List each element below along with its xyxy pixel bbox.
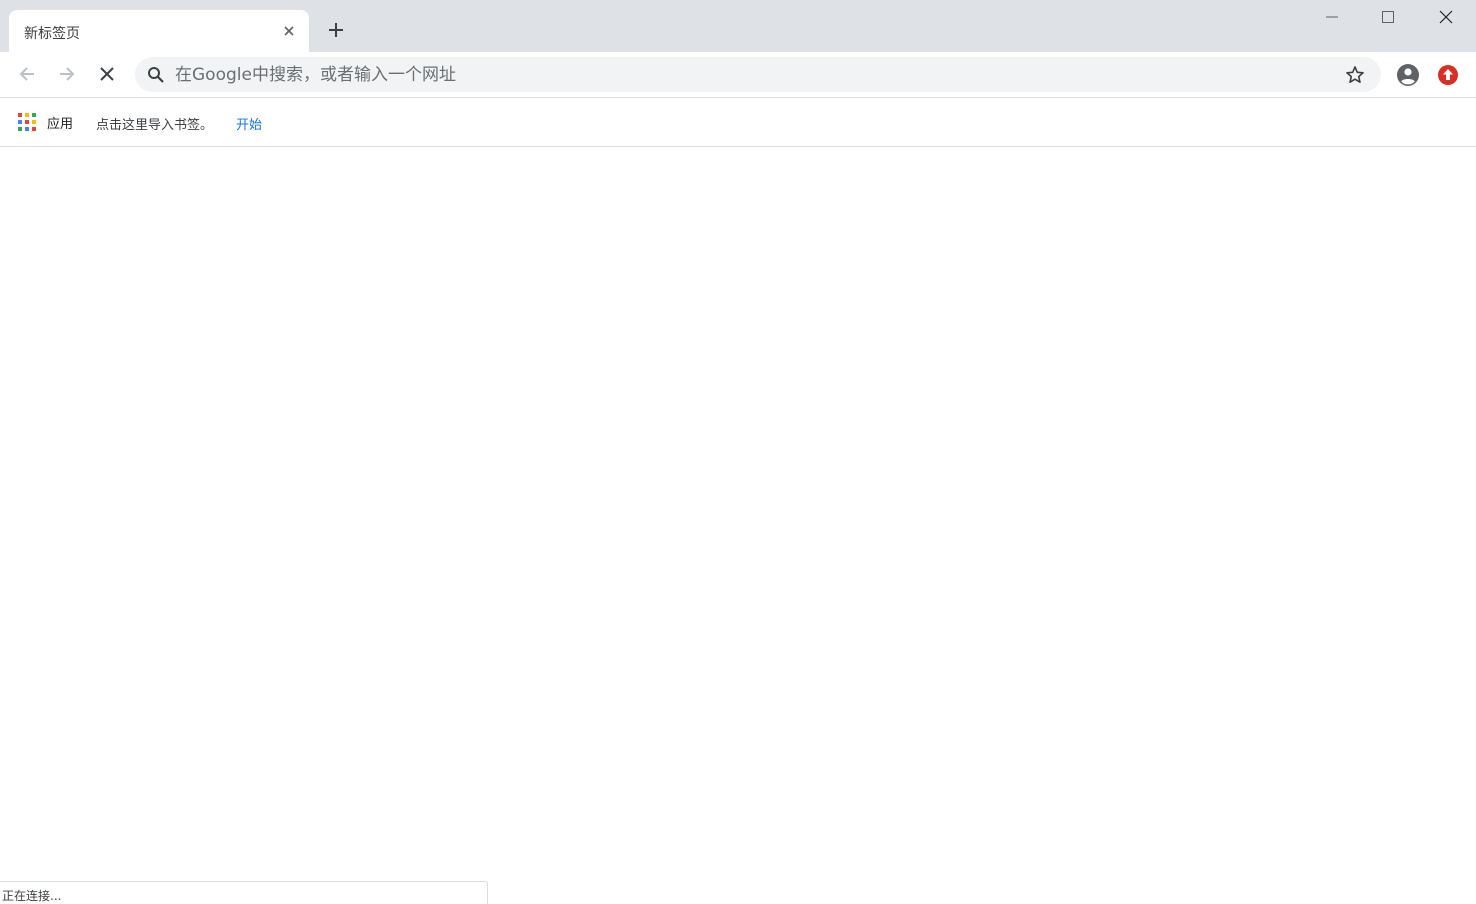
search-icon (148, 67, 164, 83)
page-content (0, 148, 1476, 904)
plus-icon (329, 23, 343, 37)
bookmark-star-button[interactable] (1342, 62, 1368, 88)
new-tab-button[interactable] (322, 16, 350, 44)
bookmarks-bar: 应用 点击这里导入书签。 开始 (0, 98, 1476, 147)
stop-icon (100, 67, 114, 81)
import-bookmarks-link[interactable]: 开始 (236, 114, 262, 133)
profile-button[interactable] (1393, 60, 1423, 90)
minimize-icon (1326, 16, 1338, 18)
forward-button[interactable] (51, 58, 83, 90)
minimize-button[interactable] (1304, 0, 1360, 34)
apps-grid-icon (17, 113, 36, 131)
maximize-button[interactable] (1360, 0, 1416, 34)
import-bookmarks-text: 点击这里导入书签。 (96, 118, 214, 133)
omnibox[interactable] (135, 57, 1381, 92)
arrow-left-icon (19, 67, 34, 81)
status-bubble: 正在连接... (0, 881, 488, 904)
star-icon (1346, 66, 1364, 83)
tab-title: 新标签页 (24, 26, 80, 42)
apps-shortcut[interactable]: 应用 (17, 111, 73, 133)
maximize-icon (1382, 11, 1394, 23)
arrow-right-icon (60, 67, 75, 81)
tab-close-button[interactable] (279, 21, 299, 41)
account-circle-icon (1397, 64, 1419, 86)
close-icon (1439, 10, 1453, 24)
close-icon (284, 26, 294, 36)
window-close-button[interactable] (1418, 0, 1474, 34)
tab-new-tab[interactable]: 新标签页 (9, 10, 309, 52)
back-button[interactable] (11, 58, 43, 90)
stop-loading-button[interactable] (91, 58, 123, 90)
update-button[interactable] (1435, 62, 1461, 88)
update-arrow-icon (1438, 65, 1458, 85)
address-input[interactable] (175, 57, 1325, 92)
toolbar (0, 52, 1476, 98)
title-bar: 新标签页 (0, 0, 1476, 52)
apps-label: 应用 (47, 116, 74, 132)
